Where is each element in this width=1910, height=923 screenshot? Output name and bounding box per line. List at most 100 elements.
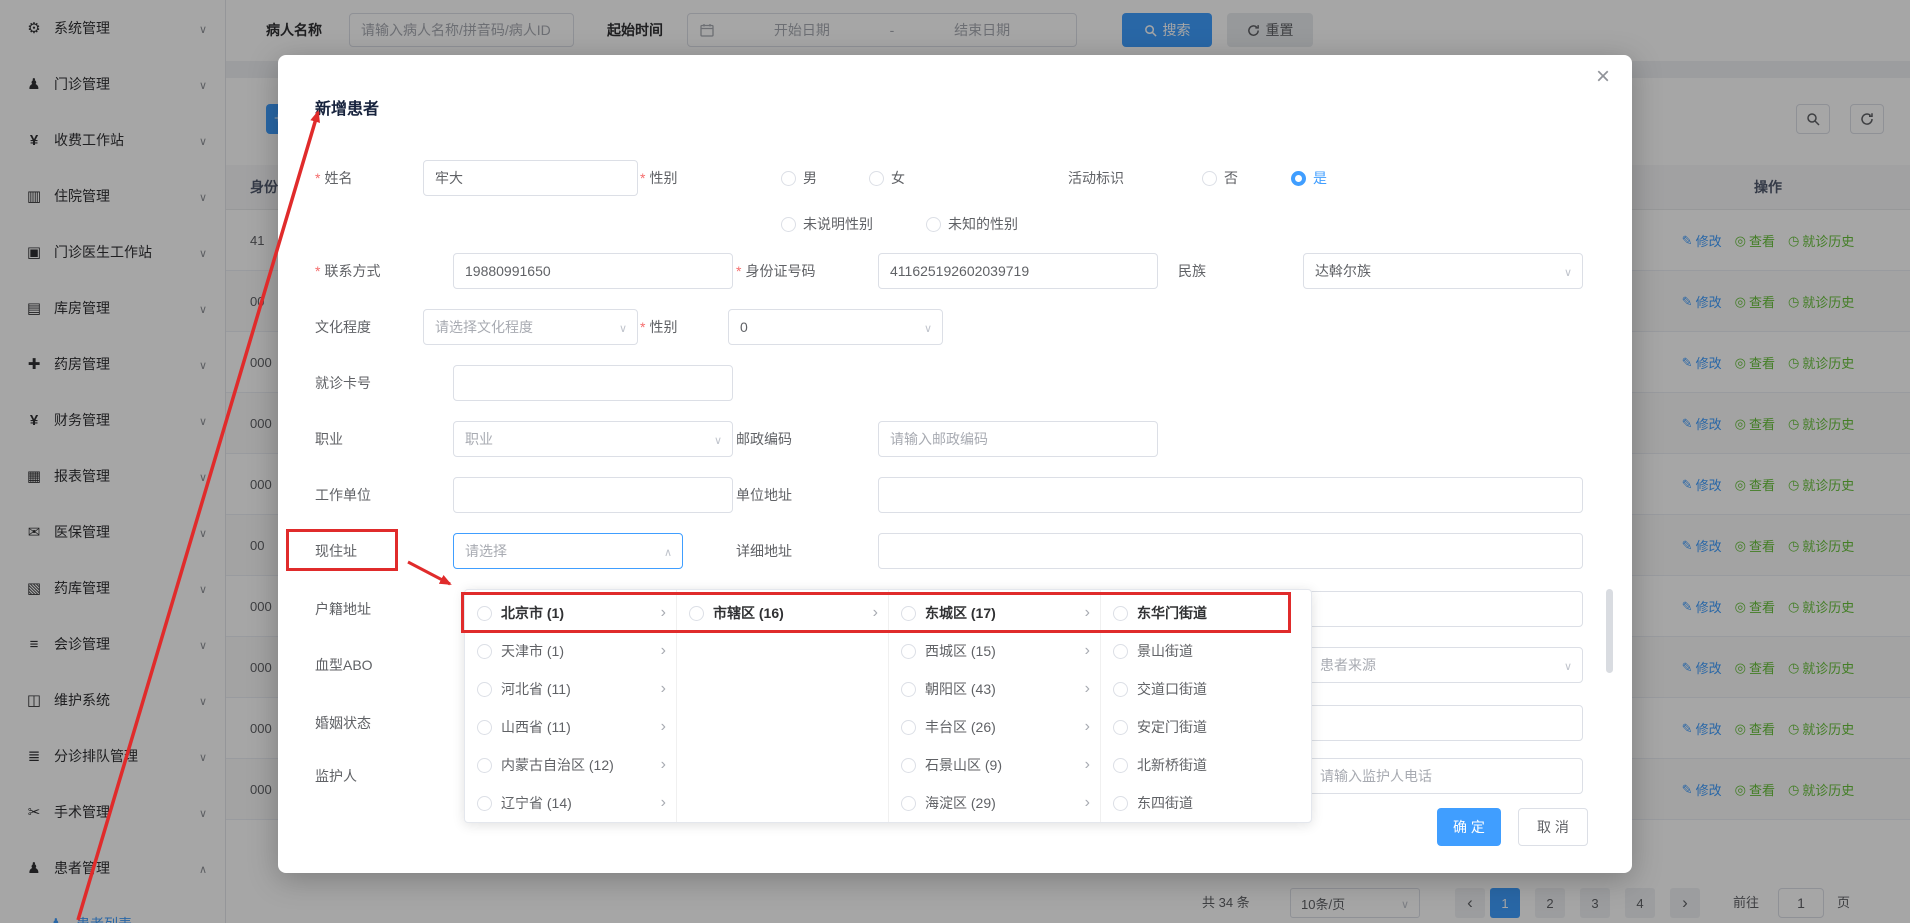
chevron-up-icon <box>664 543 672 559</box>
occupation-select[interactable]: 职业 <box>453 421 733 457</box>
cascader-item-liaoning[interactable]: 辽宁省 (14) <box>465 784 676 822</box>
cascader-item-shixiaqu[interactable]: 市辖区 (16) <box>677 594 888 632</box>
cascader-item-shijingshan[interactable]: 石景山区 (9) <box>889 746 1100 784</box>
education-select[interactable]: 请选择文化程度 <box>423 309 638 345</box>
marital-input-fragment[interactable] <box>1308 705 1583 741</box>
cascader-item-haidian[interactable]: 海淀区 (29) <box>889 784 1100 822</box>
radio-icon <box>1113 682 1128 697</box>
radio-icon <box>1202 171 1217 186</box>
guardian-phone-input[interactable] <box>1308 758 1583 794</box>
cascader-item-chaoyang[interactable]: 朝阳区 (43) <box>889 670 1100 708</box>
radio-icon <box>926 217 941 232</box>
cascader-item-shanxi[interactable]: 山西省 (11) <box>465 708 676 746</box>
work-unit-label: 工作单位 <box>315 477 371 513</box>
marital-label: 婚姻状态 <box>315 705 371 741</box>
chevron-down-icon <box>1564 657 1572 673</box>
radio-icon <box>1113 644 1128 659</box>
cascader-item-dongcheng[interactable]: 东城区 (17) <box>889 594 1100 632</box>
current-address-select[interactable]: 请选择 <box>453 533 683 569</box>
contact-label: *联系方式 <box>315 253 380 289</box>
radio-icon <box>477 682 492 697</box>
name-input[interactable] <box>423 160 638 196</box>
cascader-item-andingmen[interactable]: 安定门街道 <box>1101 708 1312 746</box>
chevron-right-icon <box>661 680 666 698</box>
chevron-right-icon <box>661 794 666 812</box>
radio-icon <box>901 682 916 697</box>
radio-icon <box>477 758 492 773</box>
detail-address-input[interactable] <box>878 533 1583 569</box>
gender-unknown-radio[interactable]: 未知的性别 <box>926 206 1018 242</box>
cascader-item-dongsi[interactable]: 东四街道 <box>1101 784 1312 822</box>
chevron-right-icon <box>661 642 666 660</box>
household-label: 户籍地址 <box>315 591 371 627</box>
postcode-input[interactable] <box>878 421 1158 457</box>
address-cascader-panel: 北京市 (1) 天津市 (1) 河北省 (11) 山西省 (11) 内蒙古自治区… <box>464 589 1312 823</box>
idcard-input[interactable] <box>878 253 1158 289</box>
ethnicity-select[interactable]: 达斡尔族 <box>1303 253 1583 289</box>
modal-title: 新增患者 <box>315 95 379 119</box>
radio-icon <box>1113 606 1128 621</box>
gender-label: *性别 <box>640 160 677 196</box>
cascader-item-donghuamen[interactable]: 东华门街道 <box>1101 594 1312 632</box>
modal-scrollbar-thumb[interactable] <box>1606 589 1613 673</box>
cascader-item-xicheng[interactable]: 西城区 (15) <box>889 632 1100 670</box>
radio-icon <box>689 606 704 621</box>
name-label: *姓名 <box>315 160 352 196</box>
radio-icon <box>781 217 796 232</box>
cascader-item-beijing[interactable]: 北京市 (1) <box>465 594 676 632</box>
ethnicity-label: 民族 <box>1178 253 1206 289</box>
chevron-down-icon <box>714 431 722 447</box>
close-icon[interactable]: × <box>1596 65 1610 89</box>
cascader-item-jiaodaokou[interactable]: 交道口街道 <box>1101 670 1312 708</box>
cascader-item-fengtai[interactable]: 丰台区 (26) <box>889 708 1100 746</box>
radio-icon <box>901 720 916 735</box>
radio-icon <box>1113 758 1128 773</box>
blood-type-label: 血型ABO <box>315 647 373 683</box>
chevron-down-icon <box>1564 263 1572 279</box>
active-flag-label: 活动标识 <box>1068 160 1124 196</box>
household-input-fragment[interactable] <box>1308 591 1583 627</box>
radio-icon <box>901 606 916 621</box>
patient-source-select-fragment[interactable]: 患者来源 <box>1308 647 1583 683</box>
cascader-city-column: 市辖区 (16) <box>677 590 889 822</box>
unit-address-input[interactable] <box>878 477 1583 513</box>
work-unit-input[interactable] <box>453 477 733 513</box>
chevron-down-icon <box>619 319 627 335</box>
visit-card-input[interactable] <box>453 365 733 401</box>
radio-icon <box>477 644 492 659</box>
chevron-right-icon <box>1085 794 1090 812</box>
radio-icon <box>1113 796 1128 811</box>
cascader-province-column: 北京市 (1) 天津市 (1) 河北省 (11) 山西省 (11) 内蒙古自治区… <box>465 590 677 822</box>
gender2-select[interactable]: 0 <box>728 309 943 345</box>
gender-female-radio[interactable]: 女 <box>869 160 905 196</box>
chevron-right-icon <box>1085 718 1090 736</box>
cascader-item-neimenggu[interactable]: 内蒙古自治区 (12) <box>465 746 676 784</box>
chevron-right-icon <box>1085 680 1090 698</box>
occupation-label: 职业 <box>315 421 343 457</box>
idcard-label: *身份证号码 <box>736 253 815 289</box>
radio-icon <box>477 796 492 811</box>
cascader-item-beixinqiao[interactable]: 北新桥街道 <box>1101 746 1312 784</box>
gender-male-radio[interactable]: 男 <box>781 160 817 196</box>
cascader-item-tianjin[interactable]: 天津市 (1) <box>465 632 676 670</box>
visit-card-label: 就诊卡号 <box>315 365 371 401</box>
active-yes-radio[interactable]: 是 <box>1291 160 1327 196</box>
cascader-district-column: 东城区 (17) 西城区 (15) 朝阳区 (43) 丰台区 (26) 石景山区… <box>889 590 1101 822</box>
chevron-right-icon <box>661 756 666 774</box>
education-label: 文化程度 <box>315 309 371 345</box>
active-no-radio[interactable]: 否 <box>1202 160 1238 196</box>
cascader-item-jingshan[interactable]: 景山街道 <box>1101 632 1312 670</box>
contact-input[interactable] <box>453 253 733 289</box>
detail-address-label: 详细地址 <box>736 533 792 569</box>
gender-unspecified-radio[interactable]: 未说明性别 <box>781 206 873 242</box>
chevron-right-icon <box>661 718 666 736</box>
cascader-item-hebei[interactable]: 河北省 (11) <box>465 670 676 708</box>
postcode-label: 邮政编码 <box>736 421 792 457</box>
cascader-street-column: 东华门街道 景山街道 交道口街道 安定门街道 北新桥街道 东四街道 <box>1101 590 1312 822</box>
chevron-right-icon <box>661 604 666 622</box>
cancel-button[interactable]: 取 消 <box>1518 808 1588 846</box>
app-root: 系统管理 门诊管理 收费工作站 住院管理 门诊医生工作站 库房管理 药房管理 财… <box>0 0 1910 923</box>
add-patient-modal: 新增患者 × *姓名 *性别 男 女 活动标识 否 是 未说明性别 未知的性别 … <box>278 55 1632 873</box>
confirm-button[interactable]: 确 定 <box>1437 808 1501 846</box>
radio-icon <box>477 606 492 621</box>
